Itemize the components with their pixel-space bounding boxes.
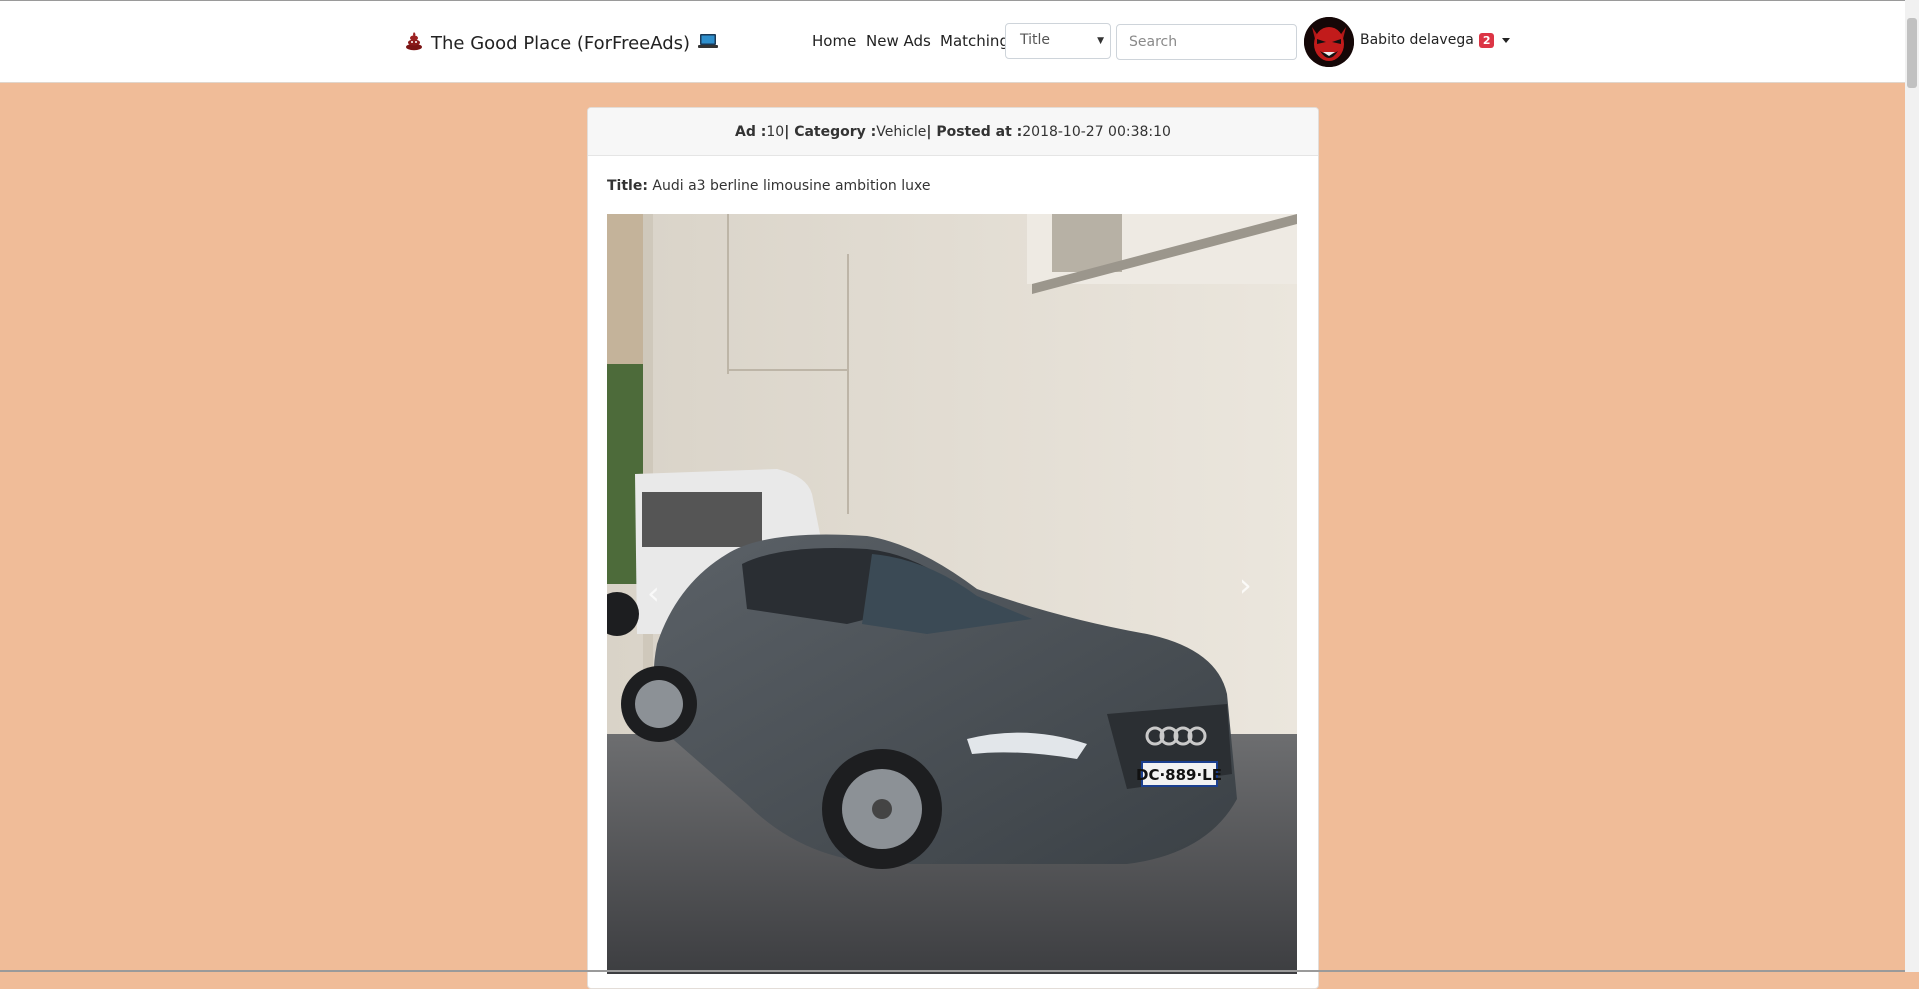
ad-title-line: Title: Audi a3 berline limousine ambitio…: [607, 178, 930, 194]
category-value: Vehicle: [876, 123, 927, 140]
page-scrollbar-thumb[interactable]: [1907, 18, 1917, 88]
posted-at-value: 2018-10-27 00:38:10: [1022, 123, 1171, 140]
ad-title-value: Audi a3 berline limousine ambition luxe: [652, 178, 931, 194]
ad-card: Ad : 10 | Category : Vehicle | Posted at…: [587, 107, 1319, 989]
devil-avatar-icon: [1304, 17, 1354, 67]
chevron-down-icon: ▼: [1097, 36, 1104, 46]
user-name: Babito delavega: [1360, 32, 1474, 48]
carousel-prev-icon[interactable]: ‹: [647, 574, 660, 612]
nav-home-link[interactable]: Home: [812, 32, 856, 50]
search-filter-value: Title: [1020, 32, 1051, 48]
pile-of-poo-icon: [404, 31, 424, 56]
car-photo: DC·889·LE: [607, 214, 1297, 974]
ad-id-label: Ad :: [735, 123, 767, 140]
posted-at-label: | Posted at :: [926, 123, 1023, 140]
ad-title-label: Title:: [607, 178, 648, 194]
nav-new-ads-link[interactable]: New Ads: [866, 32, 931, 50]
brand-title: The Good Place (ForFreeAds): [431, 32, 691, 54]
carousel-next-icon[interactable]: ›: [1239, 566, 1252, 604]
page-scrollbar[interactable]: [1905, 0, 1919, 972]
ad-card-header: Ad : 10 | Category : Vehicle | Posted at…: [588, 108, 1318, 156]
notification-badge: 2: [1478, 32, 1495, 48]
brand[interactable]: The Good Place (ForFreeAds): [397, 29, 726, 57]
ad-image-carousel[interactable]: DC·889·LE ‹ ›: [607, 214, 1297, 974]
user-avatar[interactable]: [1304, 17, 1354, 67]
nav-matching-link[interactable]: Matching: [940, 32, 1009, 50]
user-menu-toggle[interactable]: Babito delavega 2: [1360, 32, 1511, 48]
search-input[interactable]: [1116, 24, 1297, 60]
ad-id-value: 10: [766, 123, 785, 140]
license-plate-text: DC·889·LE: [1136, 766, 1222, 784]
search-filter-select[interactable]: Title ▼: [1005, 23, 1111, 59]
navbar: The Good Place (ForFreeAds) Home New Ads…: [0, 1, 1905, 83]
caret-down-icon: [1502, 37, 1511, 43]
laptop-icon: [697, 32, 719, 55]
category-label: | Category :: [784, 123, 877, 140]
